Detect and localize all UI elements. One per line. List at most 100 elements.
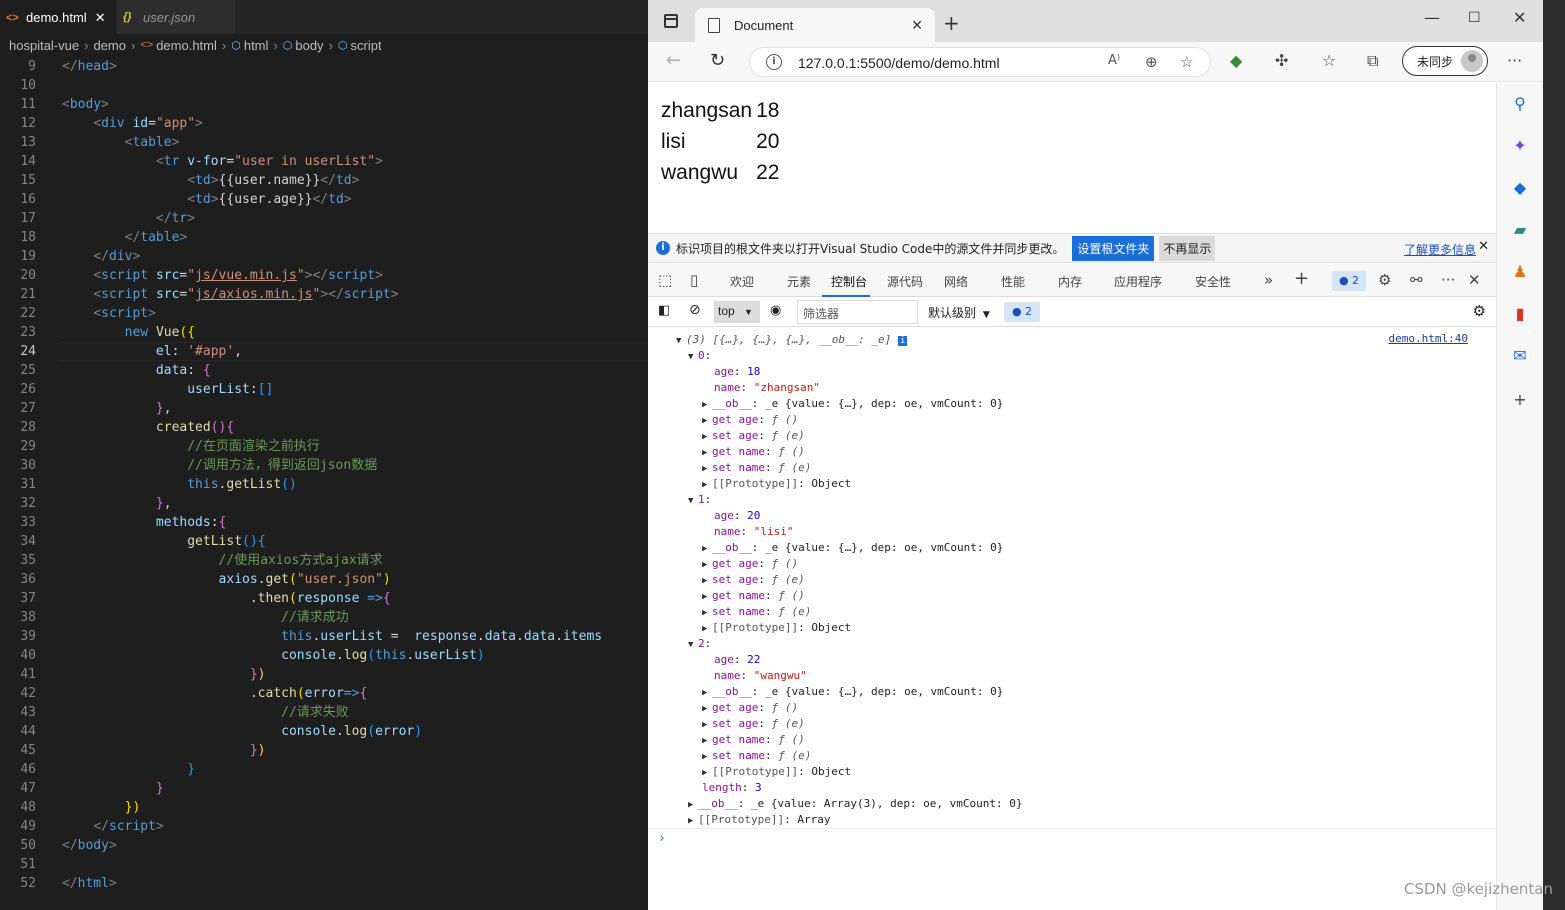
expand-triangle-icon[interactable]: ▶ — [688, 813, 698, 829]
tab-user-json[interactable]: {} user.json — [117, 0, 235, 34]
close-icon[interactable]: ✕ — [1478, 239, 1489, 254]
games-icon[interactable]: ♟ — [1509, 261, 1531, 283]
profile-sync-button[interactable]: 未同步 — [1402, 46, 1488, 76]
expand-triangle-icon[interactable]: ▶ — [702, 461, 712, 477]
shopping-tag-icon[interactable]: ◆ — [1509, 177, 1531, 199]
info-icon[interactable]: i — [766, 54, 782, 70]
console-line[interactable]: ▶ __ob__: _e {value: Array(3), dep: oe, v… — [688, 796, 1023, 812]
clear-console-icon[interactable]: ⊘ — [689, 302, 701, 318]
console-line[interactable]: ▼ 0: — [688, 348, 711, 364]
expand-triangle-icon[interactable]: ▶ — [702, 477, 712, 493]
tab-demo-html[interactable]: <> demo.html ✕ — [0, 0, 116, 34]
console-prompt-icon[interactable]: › — [658, 831, 666, 846]
tab-security[interactable]: 安全性 — [1195, 273, 1231, 290]
copilot-icon[interactable]: ✦ — [1509, 135, 1531, 157]
add-icon[interactable]: + — [1509, 389, 1531, 411]
tab-performance[interactable]: 性能 — [1001, 273, 1025, 290]
console-line[interactable]: ▶ [[Prototype]]: Object — [702, 620, 851, 636]
expand-triangle-icon[interactable]: ▶ — [702, 589, 712, 605]
add-favorite-icon[interactable]: ☆ — [1180, 53, 1193, 71]
tab-memory[interactable]: 内存 — [1058, 273, 1082, 290]
more-icon[interactable]: ··· — [1441, 271, 1455, 289]
tab-console[interactable]: 控制台 — [831, 273, 867, 290]
console-output[interactable]: demo.html:40 ▼ (3) [{…}, {…}, {…}, __ob__… — [648, 328, 1496, 910]
tab-actions-icon[interactable] — [664, 14, 678, 28]
more-tabs-icon[interactable]: » — [1264, 271, 1273, 289]
console-line[interactable]: ▶ set name: ƒ (e) — [702, 604, 811, 620]
console-line[interactable]: ▶ __ob__: _e {value: {…}, dep: oe, vmCoun… — [702, 540, 1003, 556]
expand-triangle-icon[interactable]: ▶ — [702, 429, 712, 445]
message-badge[interactable]: ● 2 — [1004, 302, 1040, 322]
refresh-icon[interactable]: ↻ — [710, 50, 725, 71]
console-line[interactable]: ▶ get name: ƒ () — [702, 588, 805, 604]
tab-application[interactable]: 应用程序 — [1114, 273, 1162, 290]
context-select[interactable]: top ▼ — [714, 301, 760, 323]
expand-triangle-icon[interactable]: ▶ — [702, 557, 712, 573]
close-icon[interactable]: ✕ — [95, 10, 106, 26]
read-aloud-icon[interactable]: A⁾ — [1108, 53, 1120, 68]
outlook-icon[interactable]: ✉ — [1509, 345, 1531, 367]
learn-more-link[interactable]: 了解更多信息 — [1404, 241, 1476, 258]
browser-tab[interactable]: Document ✕ — [695, 8, 935, 42]
issues-badge[interactable]: ● 2 — [1332, 271, 1366, 291]
tools-icon[interactable]: ▰ — [1509, 219, 1531, 241]
console-line[interactable]: ▶ get name: ƒ () — [702, 732, 805, 748]
console-line[interactable]: ▶ set name: ƒ (e) — [702, 748, 811, 764]
search-icon[interactable]: ⚲ — [1509, 93, 1531, 115]
console-line[interactable]: ▶ get name: ƒ () — [702, 444, 805, 460]
sidebar-toggle-icon[interactable]: ◧ — [658, 303, 670, 318]
expand-triangle-icon[interactable]: ▶ — [702, 605, 712, 621]
tab-welcome[interactable]: 欢迎 — [730, 273, 754, 290]
expand-triangle-icon[interactable]: ▼ — [688, 493, 698, 509]
extensions-puzzle-icon[interactable]: ✣ — [1275, 51, 1288, 70]
console-line[interactable]: ▶ [[Prototype]]: Object — [702, 764, 851, 780]
console-line[interactable]: ▼ (3) [{…}, {…}, {…}, __ob__: _e] i — [676, 332, 908, 349]
tab-sources[interactable]: 源代码 — [887, 273, 923, 290]
console-line[interactable]: ▶ get age: ƒ () — [702, 412, 798, 428]
console-line[interactable]: ▶ [[Prototype]]: Object — [702, 476, 851, 492]
console-line[interactable]: ▶ get age: ƒ () — [702, 556, 798, 572]
url-field[interactable]: i 127.0.0.1:5500/demo/demo.html A⁾ ⊕ ☆ — [749, 47, 1211, 77]
console-line[interactable]: ▶ get age: ƒ () — [702, 700, 798, 716]
tab-network[interactable]: 网络 — [944, 273, 968, 290]
dont-show-again-button[interactable]: 不再显示 — [1159, 235, 1216, 261]
expand-triangle-icon[interactable]: ▼ — [676, 333, 686, 349]
close-window-icon[interactable]: ✕ — [1513, 8, 1526, 27]
breadcrumb-item[interactable]: demo.html — [156, 38, 217, 53]
console-line[interactable]: ▶ set age: ƒ (e) — [702, 428, 805, 444]
expand-triangle-icon[interactable]: ▶ — [702, 733, 712, 749]
breadcrumb-item[interactable]: demo — [93, 38, 126, 53]
console-settings-icon[interactable]: ⚙ — [1473, 302, 1486, 320]
console-line[interactable]: ▶ [[Prototype]]: Array — [688, 812, 830, 828]
back-icon[interactable]: ← — [666, 50, 681, 71]
settings-icon[interactable]: ⚙ — [1378, 271, 1391, 289]
customize-icon[interactable]: ⚯ — [1410, 271, 1423, 289]
minimize-icon[interactable]: — — [1424, 8, 1440, 27]
breadcrumb-item[interactable]: body — [295, 38, 323, 53]
expand-triangle-icon[interactable]: ▼ — [688, 637, 698, 653]
source-link[interactable]: demo.html:40 — [1389, 332, 1468, 345]
breadcrumb-item[interactable]: hospital-vue — [9, 38, 79, 53]
expand-triangle-icon[interactable]: ▶ — [702, 413, 712, 429]
console-line[interactable]: ▶ __ob__: _e {value: {…}, dep: oe, vmCoun… — [702, 396, 1003, 412]
expand-triangle-icon[interactable]: ▶ — [688, 797, 698, 813]
tab-elements[interactable]: 元素 — [787, 273, 811, 290]
close-icon[interactable]: ✕ — [911, 17, 923, 34]
console-line[interactable]: ▼ 2: — [688, 636, 711, 652]
favorites-icon[interactable]: ☆ — [1322, 51, 1336, 70]
more-icon[interactable]: ··· — [1507, 51, 1522, 70]
eye-icon[interactable]: ◉ — [770, 303, 781, 318]
breadcrumb-item[interactable]: script — [351, 38, 382, 53]
expand-triangle-icon[interactable]: ▶ — [702, 717, 712, 733]
console-line[interactable]: ▶ __ob__: _e {value: {…}, dep: oe, vmCoun… — [702, 684, 1003, 700]
zoom-icon[interactable]: ⊕ — [1145, 53, 1158, 71]
set-root-folder-button[interactable]: 设置根文件夹 — [1072, 235, 1155, 261]
collections-icon[interactable]: ⧉ — [1367, 51, 1378, 71]
close-icon[interactable]: ✕ — [1468, 271, 1481, 289]
add-tab-icon[interactable]: + — [1294, 268, 1309, 289]
extension-icon[interactable]: ◆ — [1230, 51, 1242, 70]
inspect-icon[interactable]: ⬚ — [658, 271, 672, 289]
expand-triangle-icon[interactable]: ▶ — [702, 621, 712, 637]
device-emulation-icon[interactable]: ▯ — [690, 271, 698, 289]
expand-triangle-icon[interactable]: ▶ — [702, 701, 712, 717]
